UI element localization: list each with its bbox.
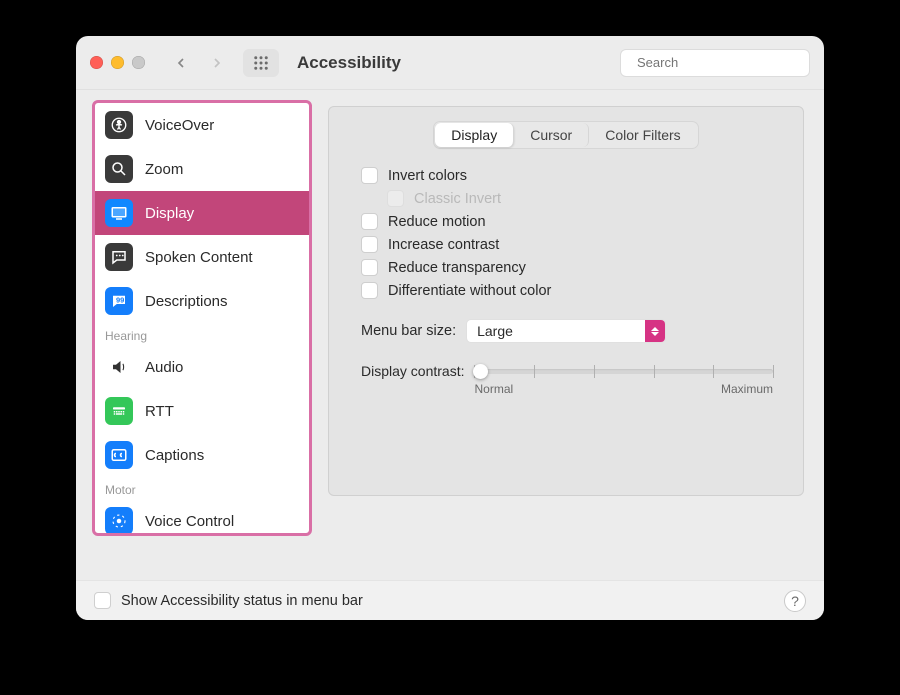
checkbox-invert-colors[interactable]: Invert colors <box>361 167 783 184</box>
checkbox-reduce-transparency[interactable]: Reduce transparency <box>361 259 783 276</box>
checkbox-label: Classic Invert <box>414 191 501 207</box>
sidebar: VoiceOver Zoom Display <box>92 100 312 536</box>
sidebar-item-label: VoiceOver <box>145 117 214 134</box>
menu-bar-size-select[interactable]: Large <box>466 319 666 343</box>
window-controls <box>90 56 145 69</box>
checkbox-label: Show Accessibility status in menu bar <box>121 593 363 609</box>
checkbox-label: Reduce motion <box>388 214 486 230</box>
sidebar-section-hearing: Hearing <box>95 323 309 345</box>
slider-max-label: Maximum <box>721 382 773 396</box>
sidebar-item-captions[interactable]: Captions <box>95 433 309 477</box>
sidebar-item-audio[interactable]: Audio <box>95 345 309 389</box>
checkbox-icon <box>94 592 111 609</box>
sidebar-item-voice-control[interactable]: Voice Control <box>95 499 309 536</box>
zoom-window-button[interactable] <box>132 56 145 69</box>
search-field[interactable] <box>620 49 810 77</box>
sidebar-item-label: Descriptions <box>145 293 228 310</box>
sidebar-item-descriptions[interactable]: 99 Descriptions <box>95 279 309 323</box>
tab-bar: Display Cursor Color Filters <box>433 121 698 149</box>
checkbox-increase-contrast[interactable]: Increase contrast <box>361 236 783 253</box>
sidebar-item-label: Display <box>145 205 194 222</box>
tab-cursor[interactable]: Cursor <box>514 123 589 147</box>
display-icon <box>105 199 133 227</box>
checkbox-icon <box>361 236 378 253</box>
chevron-left-icon <box>173 55 189 71</box>
slider-min-label: Normal <box>474 382 513 396</box>
settings-panel: Display Cursor Color Filters Invert colo… <box>328 106 804 496</box>
window-title: Accessibility <box>297 53 401 73</box>
show-all-button[interactable] <box>243 49 279 77</box>
select-value: Large <box>477 323 513 339</box>
sidebar-section-motor: Motor <box>95 477 309 499</box>
forward-button[interactable] <box>205 50 229 76</box>
checkbox-icon <box>361 259 378 276</box>
display-contrast-slider[interactable] <box>474 369 773 374</box>
back-button[interactable] <box>169 50 193 76</box>
menu-bar-size-label: Menu bar size: <box>361 323 456 339</box>
help-button[interactable]: ? <box>784 590 806 612</box>
titlebar: Accessibility <box>76 36 824 90</box>
sidebar-item-spoken-content[interactable]: Spoken Content <box>95 235 309 279</box>
sidebar-item-display[interactable]: Display <box>95 191 309 235</box>
spoken-content-icon <box>105 243 133 271</box>
help-icon: ? <box>791 593 799 609</box>
sidebar-item-label: Audio <box>145 359 183 376</box>
close-window-button[interactable] <box>90 56 103 69</box>
checkbox-reduce-motion[interactable]: Reduce motion <box>361 213 783 230</box>
checkbox-label: Invert colors <box>388 168 467 184</box>
minimize-window-button[interactable] <box>111 56 124 69</box>
sidebar-item-label: Voice Control <box>145 513 234 530</box>
voiceover-icon <box>105 111 133 139</box>
zoom-icon <box>105 155 133 183</box>
footer: Show Accessibility status in menu bar ? <box>76 580 824 620</box>
sidebar-item-voiceover[interactable]: VoiceOver <box>95 103 309 147</box>
select-stepper-icon <box>645 320 665 342</box>
checkbox-show-status-in-menu-bar[interactable]: Show Accessibility status in menu bar <box>94 592 363 609</box>
sidebar-item-rtt[interactable]: RTT <box>95 389 309 433</box>
captions-icon <box>105 441 133 469</box>
sidebar-item-label: RTT <box>145 403 174 420</box>
checkbox-label: Increase contrast <box>388 237 499 253</box>
chevron-right-icon <box>209 55 225 71</box>
preferences-window: Accessibility VoiceOver <box>76 36 824 620</box>
checkbox-differentiate-without-color[interactable]: Differentiate without color <box>361 282 783 299</box>
sidebar-item-zoom[interactable]: Zoom <box>95 147 309 191</box>
tab-display[interactable]: Display <box>435 123 514 147</box>
slider-knob-icon <box>473 364 488 379</box>
svg-text:99: 99 <box>116 296 124 305</box>
grid-icon <box>252 54 270 72</box>
display-contrast-label: Display contrast: <box>361 363 464 379</box>
descriptions-icon: 99 <box>105 287 133 315</box>
sidebar-item-label: Spoken Content <box>145 249 253 266</box>
checkbox-classic-invert: Classic Invert <box>387 190 783 207</box>
audio-icon <box>105 353 133 381</box>
checkbox-icon <box>361 213 378 230</box>
checkbox-icon <box>361 167 378 184</box>
sidebar-item-label: Zoom <box>145 161 183 178</box>
checkbox-icon <box>387 190 404 207</box>
checkbox-label: Reduce transparency <box>388 260 526 276</box>
rtt-icon <box>105 397 133 425</box>
checkbox-icon <box>361 282 378 299</box>
sidebar-item-label: Captions <box>145 447 204 464</box>
tab-color-filters[interactable]: Color Filters <box>589 123 696 147</box>
voice-control-icon <box>105 507 133 535</box>
checkbox-label: Differentiate without color <box>388 283 551 299</box>
search-input[interactable] <box>635 54 815 71</box>
